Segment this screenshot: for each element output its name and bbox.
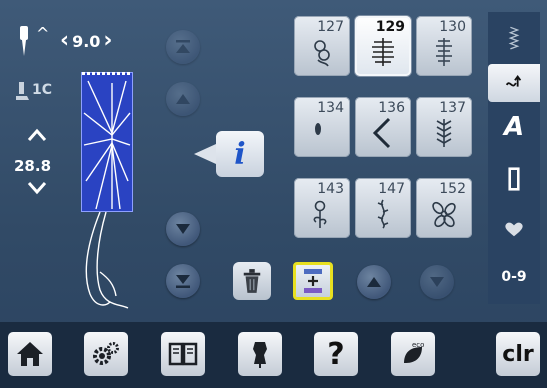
stitch-number: 147	[378, 181, 405, 197]
move-to-start-icon	[176, 40, 190, 53]
triangle-up-icon	[367, 277, 381, 287]
straight-stitch-icon	[508, 26, 520, 50]
info-button[interactable]: i	[194, 131, 264, 177]
stitch-width-control: ‹ 9.0 ›	[60, 28, 113, 54]
info-box: i	[216, 131, 264, 177]
gears-icon	[93, 342, 119, 365]
help-button[interactable]: ?	[314, 332, 358, 376]
info-icon: i	[234, 136, 246, 172]
tab-personal-program[interactable]	[490, 210, 538, 248]
scroll-down-icon	[176, 224, 190, 234]
home-icon	[17, 342, 43, 366]
eco-button[interactable]: eco	[391, 332, 435, 376]
triangle-down-icon	[430, 277, 444, 287]
bottom-bar: ? eco clr	[0, 322, 547, 388]
width-increase-icon[interactable]: ›	[103, 30, 112, 52]
scroll-up-icon	[176, 94, 190, 104]
stitch-tile[interactable]: 130	[416, 16, 472, 76]
decorative-stitch-icon	[505, 75, 522, 87]
tab-buttonholes[interactable]	[490, 160, 538, 198]
clear-button[interactable]: clr	[496, 332, 540, 376]
sewing-consultant-button[interactable]	[238, 332, 282, 376]
tutorial-button[interactable]	[161, 332, 205, 376]
stitch-number: 136	[378, 100, 405, 116]
width-decrease-icon[interactable]: ‹	[60, 30, 69, 52]
buttonhole-icon	[508, 167, 520, 191]
stitch-tile[interactable]: 143	[294, 178, 350, 238]
tab-alphabets[interactable]: A	[490, 108, 538, 146]
stitch-tile-selected[interactable]: 129	[355, 16, 411, 76]
preview-start-marker	[82, 72, 130, 75]
pattern-preview	[81, 72, 133, 212]
wheat-stitch-icon	[436, 119, 452, 147]
stitch-length-value: 28.8	[14, 157, 52, 175]
pattern-preview-stitches	[83, 80, 131, 210]
blossom-stitch-icon	[432, 201, 456, 228]
combination-icon	[304, 269, 322, 293]
satin-leaf-stitch-icon	[372, 38, 394, 66]
stitch-number: 130	[439, 19, 466, 35]
stitch-number: 143	[317, 181, 344, 197]
page-up-button[interactable]	[357, 265, 391, 299]
heart-icon	[505, 222, 523, 237]
numbers-label: 0-9	[501, 269, 527, 285]
info-pointer	[194, 144, 216, 164]
tab-quilt-stitches[interactable]: 0-9	[490, 258, 538, 296]
needle-up-icon[interactable]: ^	[36, 26, 49, 42]
trash-icon	[243, 269, 261, 293]
embroidery-screen: ^ ‹ 9.0 › 1C 28.8 i 127 129 130 134 136 …	[0, 0, 547, 388]
help-icon: ?	[327, 336, 345, 372]
stitch-tile[interactable]: 134	[294, 97, 350, 157]
alphabet-icon: A	[503, 112, 525, 142]
scroll-up-button[interactable]	[166, 82, 200, 116]
chevron-stitch-icon	[372, 117, 391, 149]
home-button[interactable]	[8, 332, 52, 376]
stitch-tile[interactable]: 152	[416, 178, 472, 238]
combination-mode-button[interactable]	[293, 262, 333, 300]
flower-stem-stitch-icon	[313, 200, 327, 228]
needle-position-icon[interactable]	[14, 24, 34, 58]
stitch-tile[interactable]: 127	[294, 16, 350, 76]
tab-practical-stitches[interactable]	[490, 20, 538, 58]
presser-foot-number: 1C	[32, 82, 53, 98]
stitch-number: 137	[439, 100, 466, 116]
stitch-tile[interactable]: 147	[355, 178, 411, 238]
eco-leaf-icon: eco	[404, 341, 424, 363]
stitch-number: 152	[439, 181, 466, 197]
clear-label: clr	[502, 341, 534, 367]
stitch-tile[interactable]: 137	[416, 97, 472, 157]
book-icon	[168, 342, 198, 366]
pattern-preview-tail	[85, 212, 129, 309]
stitch-number: 134	[317, 100, 344, 116]
stitch-number: 129	[375, 19, 405, 35]
length-decrease-icon[interactable]	[27, 181, 47, 195]
satin-column-stitch-icon	[436, 38, 452, 66]
move-to-end-button[interactable]	[166, 264, 200, 298]
stitch-tile[interactable]: 136	[355, 97, 411, 157]
floral-stitch-icon	[314, 40, 330, 67]
stitch-number: 127	[317, 19, 344, 35]
page-down-button[interactable]	[420, 265, 454, 299]
vine-stitch-icon	[377, 199, 389, 229]
eco-label: eco	[412, 341, 424, 349]
stitch-width-value: 9.0	[72, 31, 101, 51]
scroll-down-button[interactable]	[166, 212, 200, 246]
bead-stitch-icon	[315, 123, 321, 135]
dress-form-icon	[253, 342, 267, 368]
tab-decorative-stitches[interactable]	[488, 64, 540, 102]
setup-button[interactable]	[84, 332, 128, 376]
length-increase-icon[interactable]	[27, 128, 47, 142]
category-tabs: A 0-9	[488, 12, 540, 304]
move-to-end-icon	[176, 275, 190, 288]
delete-button[interactable]	[233, 262, 271, 300]
move-to-start-button[interactable]	[166, 30, 200, 64]
